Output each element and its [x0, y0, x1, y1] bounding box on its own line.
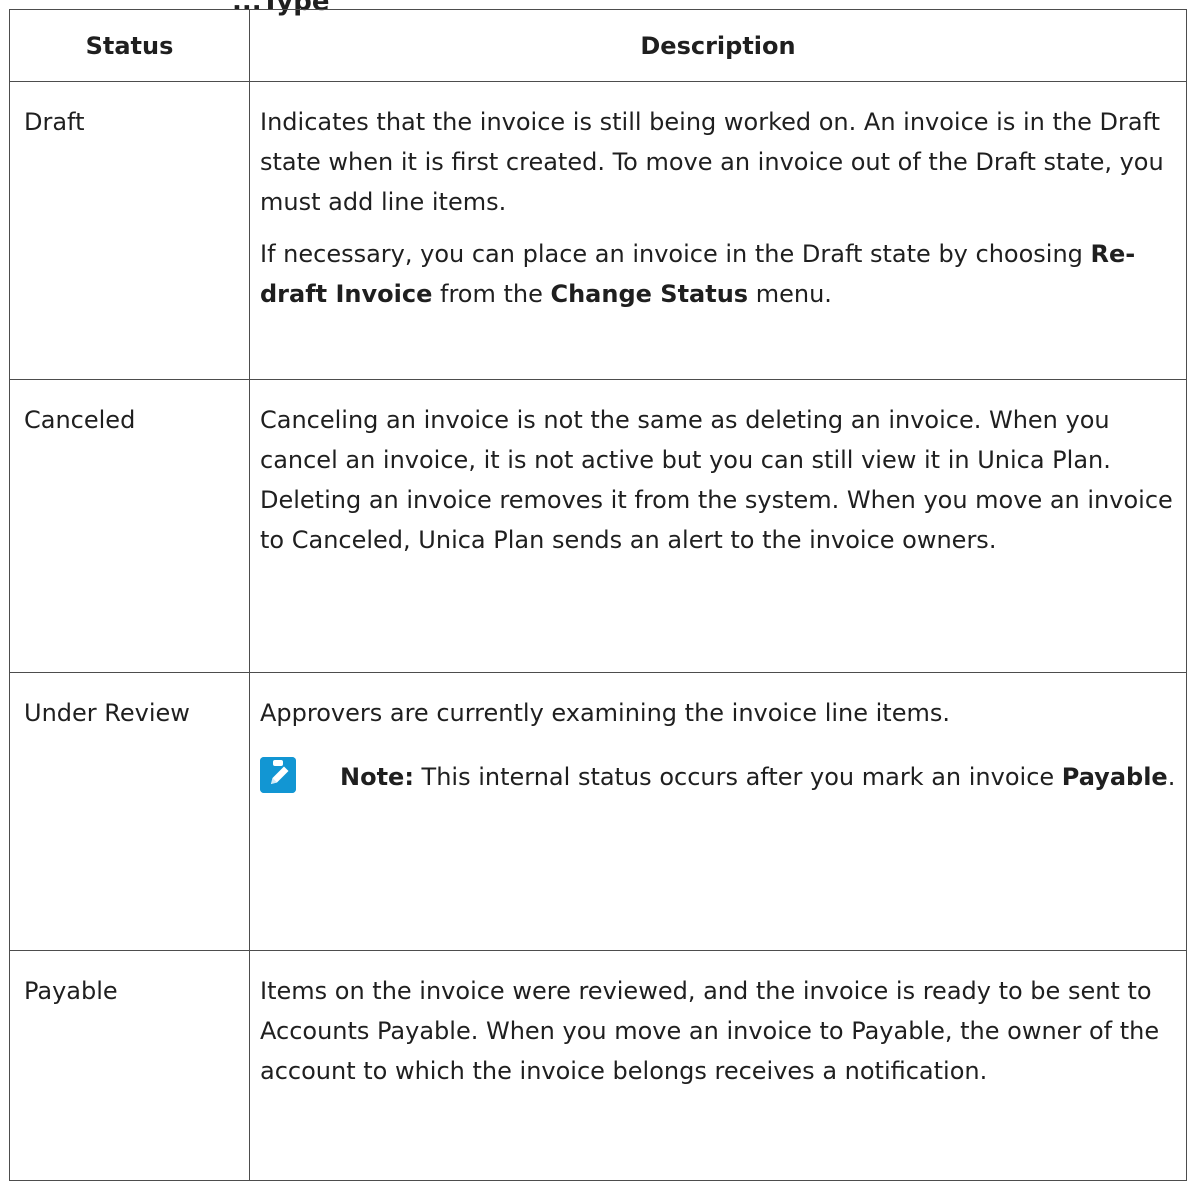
status-cell: Under Review: [9, 672, 250, 951]
description-paragraph: Items on the invoice were reviewed, and …: [260, 977, 1160, 1085]
note-pencil-icon: [260, 757, 296, 793]
status-cell: Canceled: [9, 379, 250, 673]
invoice-status-table: Status Description Draft Indicates that …: [9, 9, 1187, 1181]
note-bold-term: Payable: [1061, 763, 1168, 791]
text: from the: [432, 280, 551, 308]
text: menu.: [748, 280, 832, 308]
description-cell: Canceling an invoice is not the same as …: [249, 379, 1187, 673]
status-cell: Payable: [9, 950, 250, 1181]
status-cell: Draft: [9, 81, 250, 380]
header-status: Status: [9, 9, 250, 82]
text: If necessary, you can place an invoice i…: [260, 240, 1091, 268]
table-row: Canceled Canceling an invoice is not the…: [9, 379, 1187, 673]
description-cell: Items on the invoice were reviewed, and …: [249, 950, 1187, 1181]
table-row: Draft Indicates that the invoice is stil…: [9, 81, 1187, 380]
table-row: Payable Items on the invoice were review…: [9, 950, 1187, 1181]
description-cell: Indicates that the invoice is still bein…: [249, 81, 1187, 380]
note-label: Note:: [340, 763, 414, 791]
table-header-row: Status Description: [9, 9, 1187, 82]
description-paragraph: Approvers are currently examining the in…: [260, 699, 950, 727]
table-row: Under Review Approvers are currently exa…: [9, 672, 1187, 951]
description-cell: Approvers are currently examining the in…: [249, 672, 1187, 951]
description-paragraph: If necessary, you can place an invoice i…: [260, 234, 1176, 314]
menu-change-status: Change Status: [550, 280, 749, 308]
header-description: Description: [249, 9, 1187, 82]
description-paragraph: Canceling an invoice is not the same as …: [260, 406, 1173, 554]
description-paragraph: Indicates that the invoice is still bein…: [260, 108, 1164, 216]
note-callout: Note: This internal status occurs after …: [260, 757, 1176, 797]
note-end: .: [1167, 763, 1176, 791]
note-text: This internal status occurs after you ma…: [413, 763, 1062, 791]
